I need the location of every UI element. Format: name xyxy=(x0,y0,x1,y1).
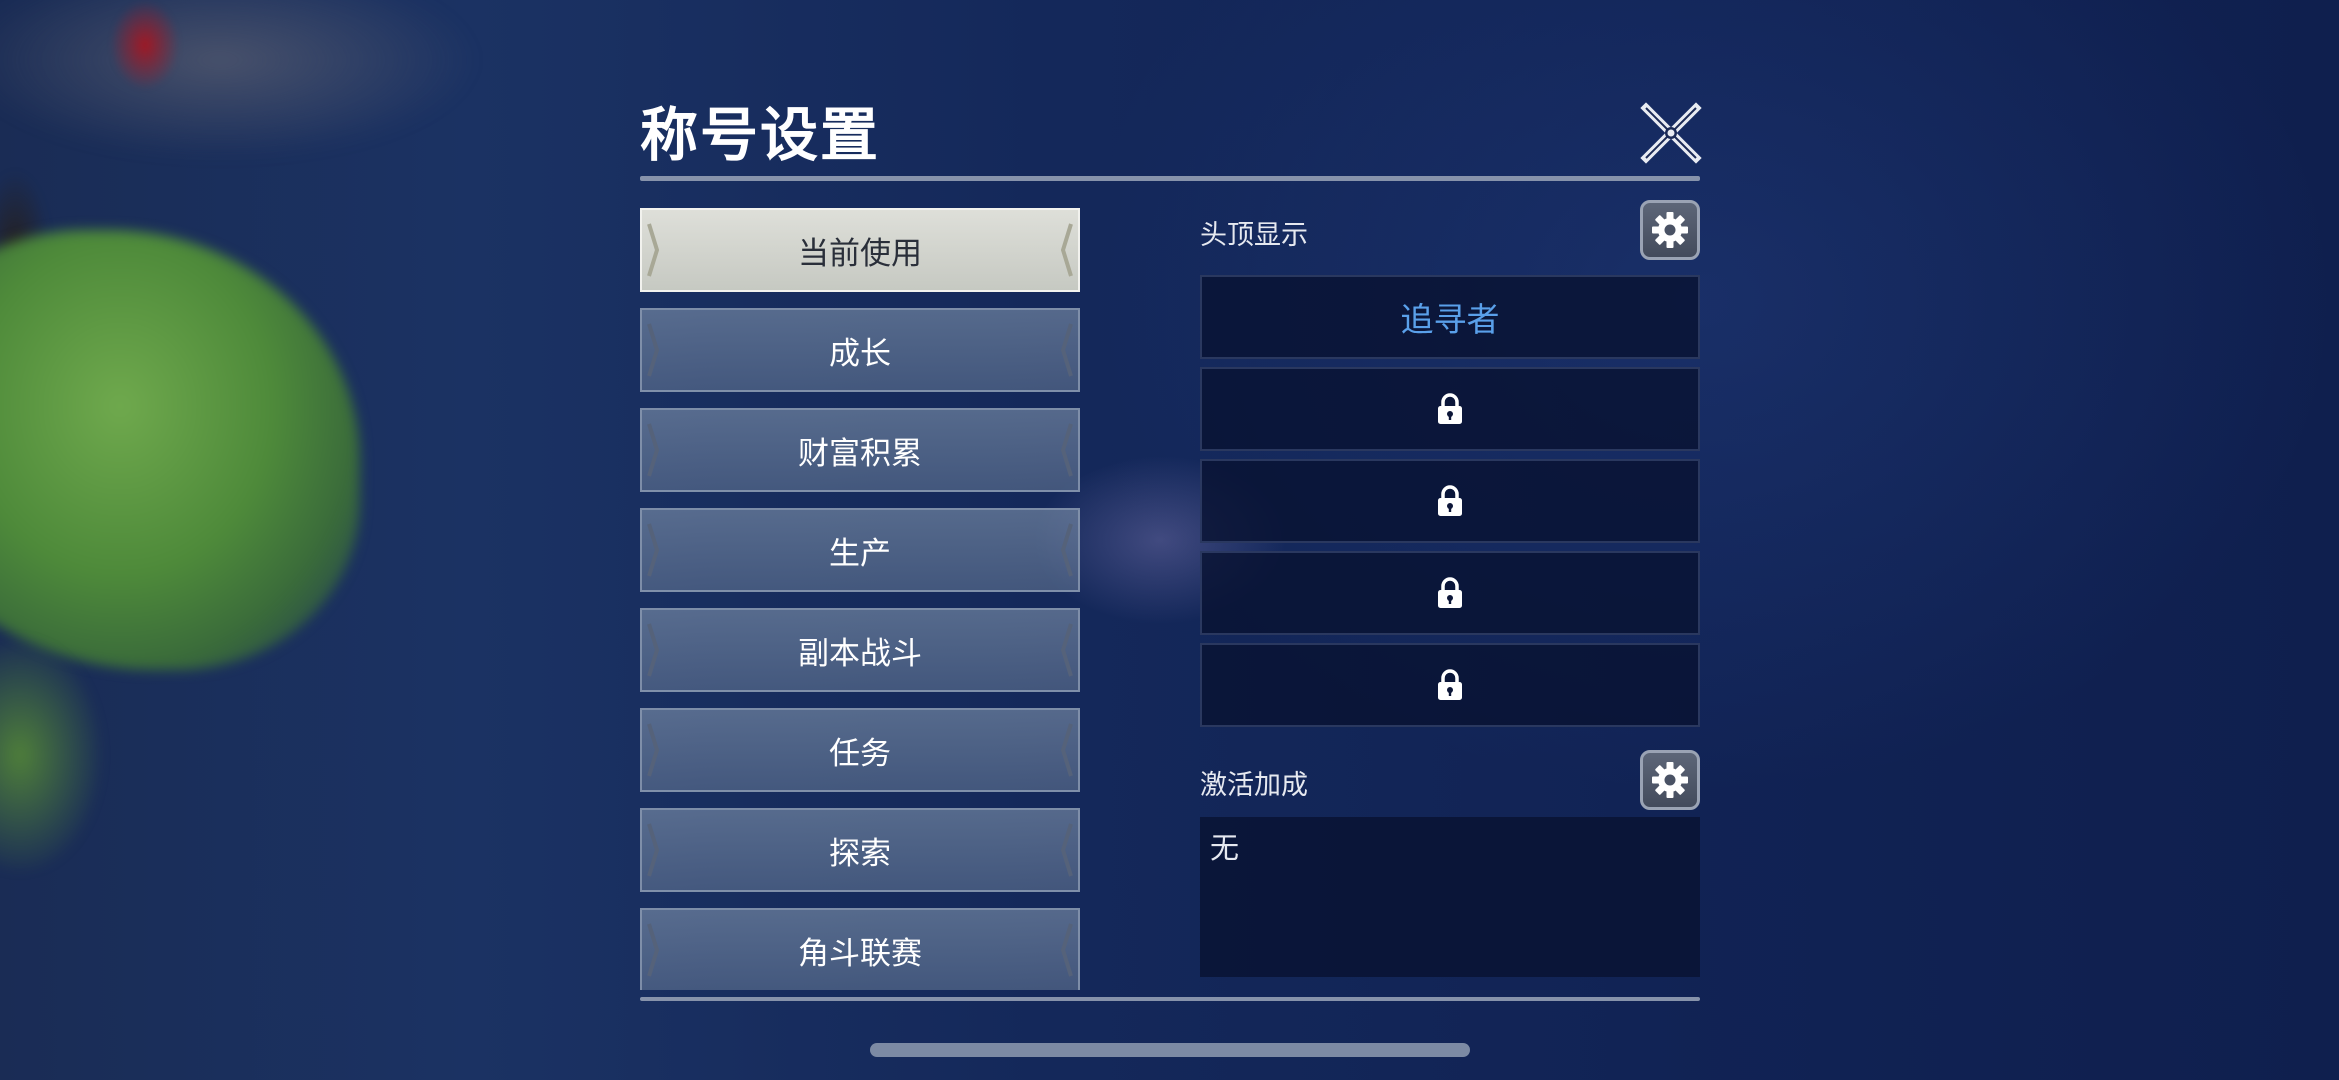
category-label: 任务 xyxy=(829,735,891,772)
panel-title: 称号设置 xyxy=(640,101,881,169)
category-tab-arena[interactable]: 角斗联赛 xyxy=(640,908,1080,990)
title-slot-4-locked[interactable] xyxy=(1200,551,1700,635)
category-tab-production[interactable]: 生产 xyxy=(640,508,1080,592)
category-label: 副本战斗 xyxy=(798,635,922,672)
bottom-divider xyxy=(640,997,1700,1001)
category-label: 当前使用 xyxy=(798,235,922,272)
category-label: 生产 xyxy=(829,535,891,572)
chevron-right-decor-icon xyxy=(1060,823,1073,877)
home-indicator-bar[interactable] xyxy=(870,1043,1470,1057)
gear-icon xyxy=(1652,762,1688,798)
background-island-small xyxy=(0,640,100,870)
chevron-right-decor-icon xyxy=(1060,423,1073,477)
chevron-left-decor-icon xyxy=(647,423,660,477)
chevron-right-decor-icon xyxy=(1060,923,1073,977)
title-settings-panel: 称号设置 当前使用 成长 财富积累 生产 副本战斗 任务 探索 角斗联赛 头顶显… xyxy=(640,95,1702,1005)
lock-icon xyxy=(1438,669,1462,700)
category-label: 角斗联赛 xyxy=(798,935,922,972)
title-slot-2-locked[interactable] xyxy=(1200,367,1700,451)
chevron-left-decor-icon xyxy=(647,223,660,277)
title-divider xyxy=(640,176,1700,181)
category-label: 财富积累 xyxy=(798,435,922,472)
chevron-right-decor-icon xyxy=(1060,323,1073,377)
lock-icon xyxy=(1438,577,1462,608)
title-slot-1[interactable]: 追寻者 xyxy=(1200,275,1700,359)
category-tab-quest[interactable]: 任务 xyxy=(640,708,1080,792)
close-x-icon xyxy=(1640,102,1702,164)
background-rock xyxy=(0,0,480,160)
category-label: 成长 xyxy=(829,335,891,372)
activation-bonus-value: 无 xyxy=(1210,831,1240,865)
lock-icon xyxy=(1438,393,1462,424)
category-list[interactable]: 当前使用 成长 财富积累 生产 副本战斗 任务 探索 角斗联赛 xyxy=(640,208,1080,990)
activation-bonus-settings-button[interactable] xyxy=(1640,750,1700,810)
background-island xyxy=(0,230,360,670)
chevron-left-decor-icon xyxy=(647,823,660,877)
category-label: 探索 xyxy=(829,835,891,872)
category-tab-explore[interactable]: 探索 xyxy=(640,808,1080,892)
activation-bonus-box: 无 xyxy=(1200,817,1700,977)
activation-bonus-label: 激活加成 xyxy=(1200,770,1308,801)
chevron-right-decor-icon xyxy=(1060,523,1073,577)
category-tab-current[interactable]: 当前使用 xyxy=(640,208,1080,292)
lock-icon xyxy=(1438,485,1462,516)
equipped-title-text: 追寻者 xyxy=(1400,300,1500,339)
category-tab-growth[interactable]: 成长 xyxy=(640,308,1080,392)
chevron-left-decor-icon xyxy=(647,723,660,777)
chevron-left-decor-icon xyxy=(647,623,660,677)
gear-icon xyxy=(1652,212,1688,248)
head-display-settings-button[interactable] xyxy=(1640,200,1700,260)
chevron-right-decor-icon xyxy=(1060,223,1073,277)
title-slot-3-locked[interactable] xyxy=(1200,459,1700,543)
category-tab-dungeon[interactable]: 副本战斗 xyxy=(640,608,1080,692)
game-screen: 称号设置 当前使用 成长 财富积累 生产 副本战斗 任务 探索 角斗联赛 头顶显… xyxy=(0,0,2339,1080)
category-tab-wealth[interactable]: 财富积累 xyxy=(640,408,1080,492)
chevron-right-decor-icon xyxy=(1060,623,1073,677)
chevron-right-decor-icon xyxy=(1060,723,1073,777)
chevron-left-decor-icon xyxy=(647,923,660,977)
title-slot-5-locked[interactable] xyxy=(1200,643,1700,727)
chevron-left-decor-icon xyxy=(647,523,660,577)
chevron-left-decor-icon xyxy=(647,323,660,377)
background-red-plant xyxy=(110,0,180,90)
close-button[interactable] xyxy=(1640,102,1702,164)
head-display-label: 头顶显示 xyxy=(1200,220,1308,251)
